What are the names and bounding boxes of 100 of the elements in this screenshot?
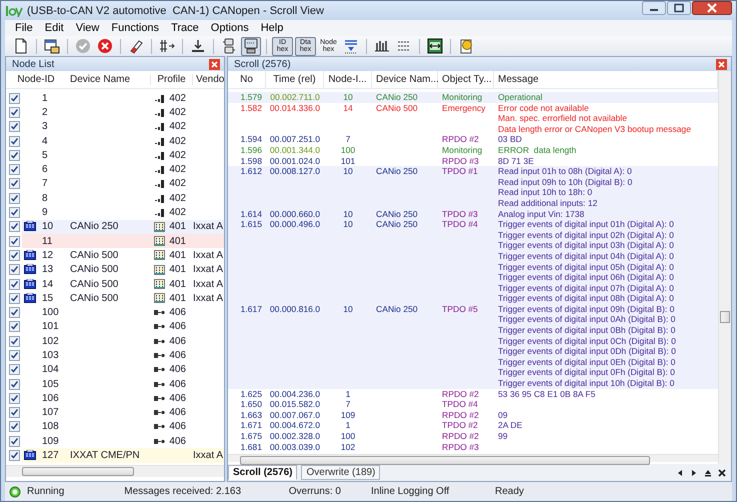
row-highlight[interactable]: 127 IXXAT CME/PN Ixxat A xyxy=(22,448,224,463)
checkbox[interactable] xyxy=(8,178,20,190)
column-header[interactable]: Vendo xyxy=(192,74,224,85)
device-name: CANio 250 xyxy=(70,221,118,232)
checkbox[interactable] xyxy=(8,164,20,176)
column-header[interactable]: Device Nam... xyxy=(372,71,438,88)
menu-item[interactable]: Help xyxy=(254,22,290,34)
checkbox[interactable] xyxy=(8,221,20,232)
vendor-name: Ixxat A xyxy=(193,221,224,232)
checkbox[interactable] xyxy=(8,378,20,390)
checkbox[interactable] xyxy=(8,207,20,218)
checkbox[interactable] xyxy=(8,264,20,276)
eject-icon[interactable] xyxy=(703,468,713,478)
checkbox[interactable] xyxy=(8,292,20,304)
toolbar-export-icon[interactable] xyxy=(42,36,62,56)
checkbox[interactable] xyxy=(8,236,20,247)
row-highlight[interactable]: 1.612 00.008.127.0 10 CANio 250 TPDO #1 Read input 01h to 08h (Digital A): 0 Read input 09h to 10h (Digital B): 0 Read input 10h to 18h: 0 Read additional inputs: 12 xyxy=(228,166,718,209)
checkbox[interactable] xyxy=(8,192,20,204)
checkbox[interactable] xyxy=(8,407,20,418)
column-header[interactable]: Device Name xyxy=(66,74,150,85)
timestamp: 00.004.672.0 xyxy=(268,420,322,431)
app-icon xyxy=(5,4,23,16)
checkbox[interactable] xyxy=(8,364,20,376)
row-highlight[interactable]: 1.614 00.000.660.0 10 CANio 250 TPDO #3 Analog input Vin: 1738 xyxy=(228,208,718,220)
checkbox[interactable] xyxy=(8,450,20,462)
menu-item[interactable]: Options xyxy=(204,22,255,34)
timestamp: 00.001.344.0 xyxy=(268,144,322,156)
message-text: Read additional inputs: 12 xyxy=(498,198,598,209)
checkbox[interactable] xyxy=(8,121,20,132)
vertical-scrollbar[interactable] xyxy=(718,71,731,464)
column-header[interactable]: Profile xyxy=(150,74,192,85)
vendor-name: Ixxat A xyxy=(193,292,224,304)
toolbar-capture-icon[interactable] xyxy=(425,36,445,56)
timestamp: 00.001.024.0 xyxy=(268,156,322,166)
status-text: Running xyxy=(27,486,64,497)
message-text: Operational xyxy=(498,92,544,103)
timestamp: 00.002.328.0 xyxy=(268,431,322,442)
message-text: 53 36 95 C8 E1 0B 8A F5 xyxy=(498,388,596,400)
drive-icon xyxy=(155,122,166,132)
message-number: 1.663 xyxy=(239,410,263,420)
checkbox[interactable] xyxy=(8,136,20,147)
checkbox[interactable] xyxy=(8,307,20,318)
checkbox[interactable] xyxy=(8,392,20,404)
horizontal-scrollbar[interactable] xyxy=(228,454,718,462)
message-text: Trigger events of digital input 0Eh (Digital B): 0 xyxy=(498,356,676,368)
column-header[interactable]: Object Ty... xyxy=(438,71,494,88)
minimize-icon[interactable] xyxy=(642,1,666,15)
toolbar-stop-icon[interactable] xyxy=(95,36,115,56)
column-header[interactable]: Node-ID xyxy=(6,74,66,85)
row-highlight[interactable]: 1.579 00.002.711.0 10 CANio 250 Monitoring Operational xyxy=(228,92,718,103)
menu-item[interactable]: Trace xyxy=(165,22,205,34)
profile-number: 401 xyxy=(169,221,186,232)
menu-item[interactable]: View xyxy=(70,22,106,34)
close-icon[interactable] xyxy=(692,1,732,15)
checkbox[interactable] xyxy=(8,250,20,261)
vendor-name: Ixxat A xyxy=(193,450,224,462)
close-icon[interactable] xyxy=(717,468,727,478)
column-header[interactable]: No xyxy=(228,71,266,88)
menu-item[interactable]: Edit xyxy=(38,22,70,34)
profile-number: 406 xyxy=(169,378,186,390)
timestamp: 00.003.039.0 xyxy=(268,442,322,452)
message-number: 1.615 xyxy=(239,219,263,230)
message-text: Trigger events of digital input 01h (Digital A): 0 xyxy=(498,219,675,230)
checkbox[interactable] xyxy=(8,321,20,332)
checkbox[interactable] xyxy=(8,278,20,290)
message-text: 2A DE xyxy=(498,420,524,431)
maximize-icon[interactable] xyxy=(667,1,691,15)
tab[interactable]: Scroll (2576) xyxy=(228,465,298,480)
profile-number: 406 xyxy=(169,307,186,318)
timestamp: 00.014.336.0 xyxy=(268,102,322,114)
checkbox[interactable] xyxy=(8,92,20,104)
menu-item[interactable]: Functions xyxy=(105,22,166,34)
menu-item[interactable]: File xyxy=(9,22,39,34)
profile-number: 401 xyxy=(169,250,186,261)
checkbox[interactable] xyxy=(8,336,20,347)
node-id: 11 xyxy=(41,236,54,247)
checkbox[interactable] xyxy=(8,106,20,118)
horizontal-scrollbar[interactable] xyxy=(6,465,224,477)
message-text: 09 xyxy=(498,410,509,420)
tab[interactable]: Overwrite (189) xyxy=(301,465,380,480)
row-highlight[interactable]: 11 401 xyxy=(22,234,224,248)
checkbox[interactable] xyxy=(8,436,20,447)
column-header[interactable]: Node-I... xyxy=(324,71,372,88)
node-id: 10 xyxy=(342,304,354,314)
object-type: TPDO #4 xyxy=(441,219,479,230)
object-type: TPDO #3 xyxy=(441,208,479,220)
checkbox[interactable] xyxy=(8,421,20,432)
column-header[interactable]: Time (rel) xyxy=(266,71,324,88)
checkbox[interactable] xyxy=(8,150,20,161)
checkbox[interactable] xyxy=(8,350,20,361)
node-id: 1 xyxy=(344,420,352,431)
message-number: 1.598 xyxy=(239,156,263,166)
io-module-icon xyxy=(154,250,166,260)
node-id: 1 xyxy=(41,92,49,104)
toolbar-monitor-icon[interactable] xyxy=(241,36,261,56)
message-text: Trigger events of digital input 10h (Digital B): 0 xyxy=(498,378,676,389)
row-highlight[interactable] xyxy=(228,304,718,389)
row-highlight[interactable]: 10 CANio 250 401 Ixxat A xyxy=(22,220,224,234)
profile-number: 402 xyxy=(169,178,186,190)
profile-number: 406 xyxy=(169,421,186,432)
